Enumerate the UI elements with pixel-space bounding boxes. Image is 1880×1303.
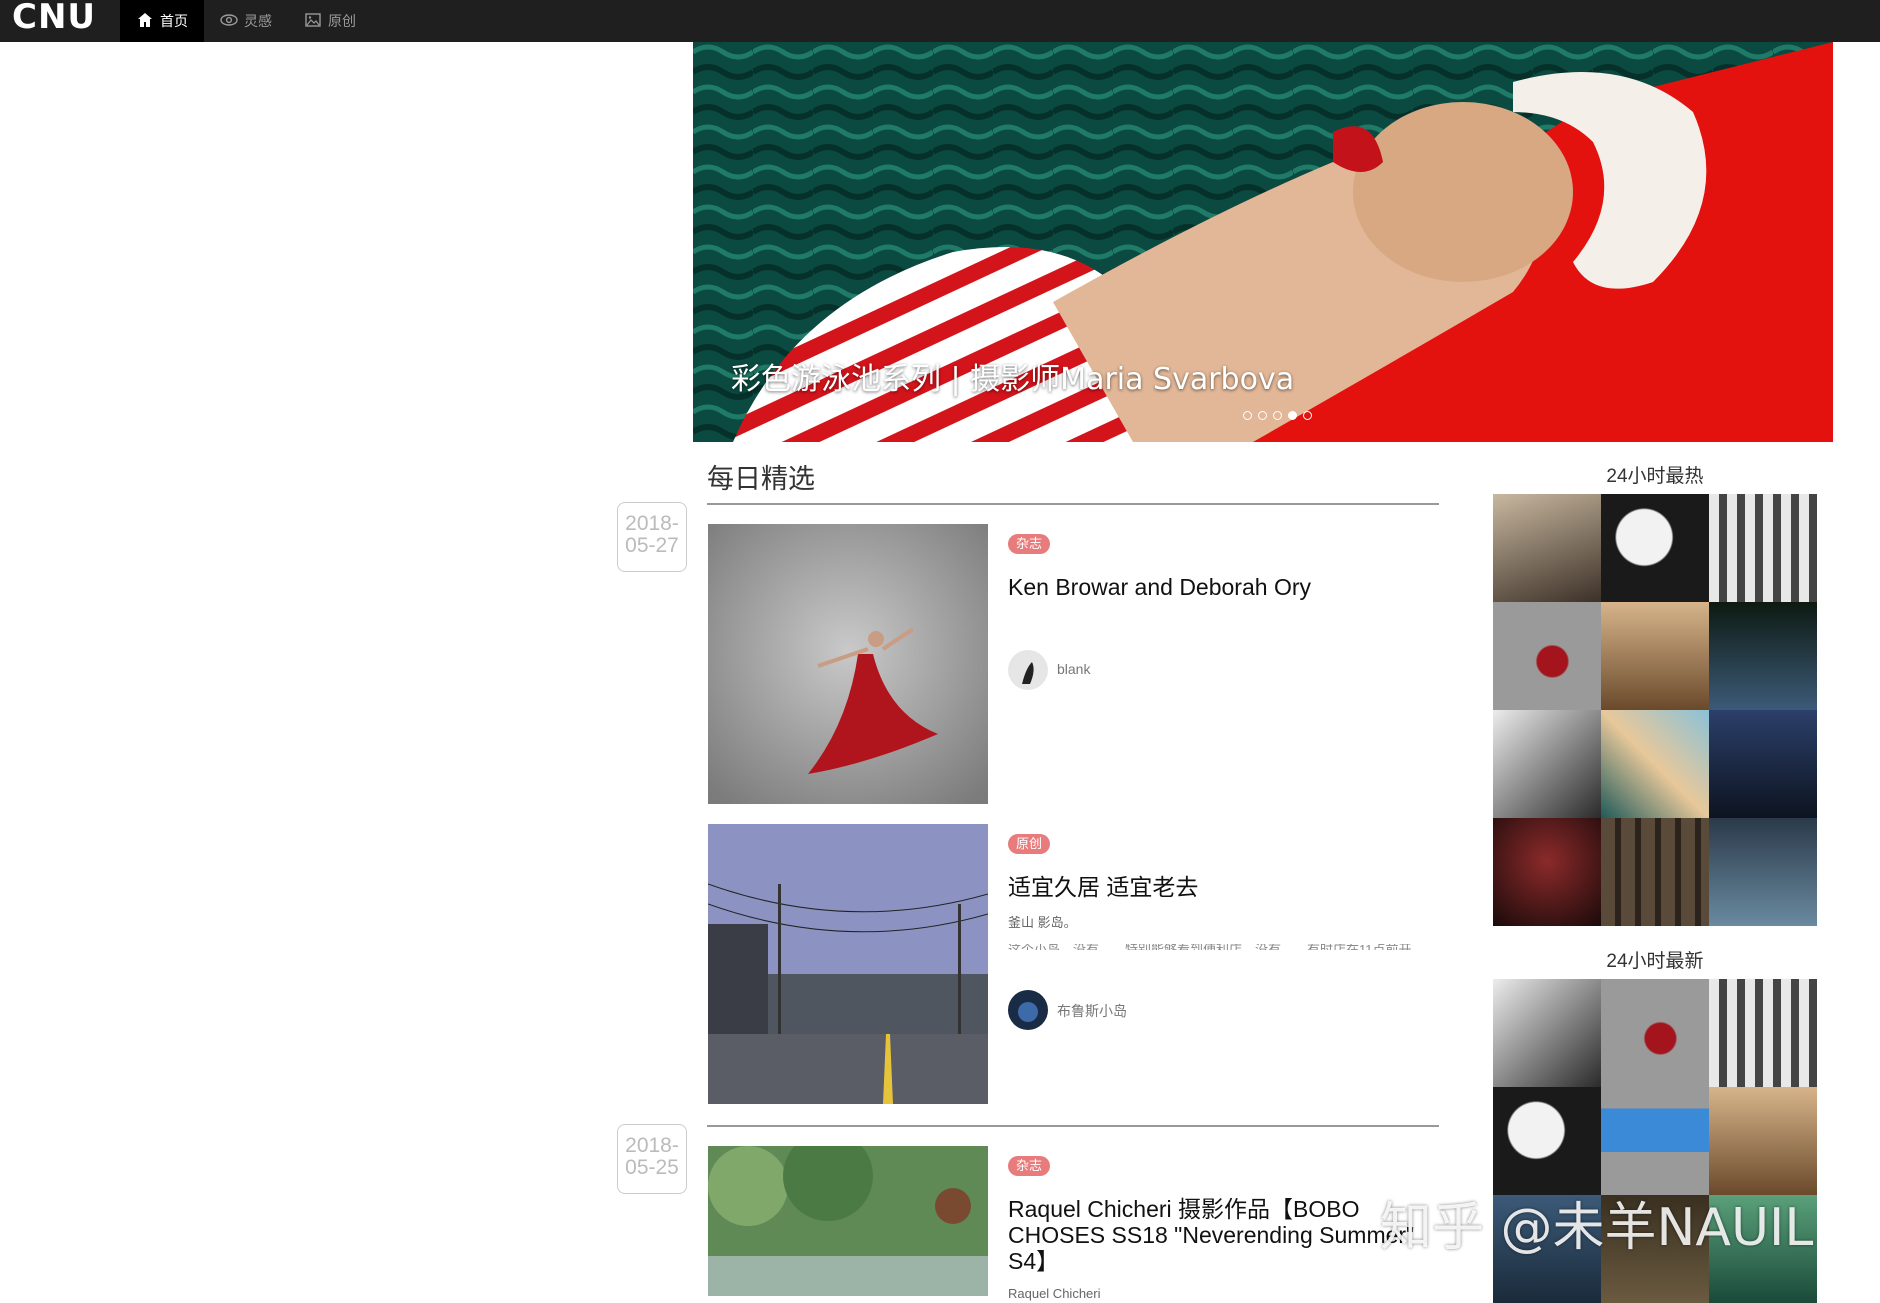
post-title[interactable]: 适宜久居 适宜老去	[1008, 874, 1428, 900]
date-badge: 2018- 05-27	[617, 502, 687, 572]
hero-carousel[interactable]: 彩色游泳池系列 | 摄影师Maria Svarbova	[693, 42, 1833, 442]
date-year: 2018-	[625, 512, 679, 535]
post-title[interactable]: Raquel Chicheri 摄影作品【BOBO CHOSES SS18 "N…	[1008, 1196, 1438, 1274]
thumbnail[interactable]	[1493, 979, 1601, 1087]
section-title-daily: 每日精选	[707, 464, 815, 495]
thumbnail[interactable]	[1709, 1087, 1817, 1195]
thumbnail[interactable]	[1493, 494, 1601, 602]
post-tag[interactable]: 原创	[1008, 834, 1051, 854]
thumbnail[interactable]	[1601, 494, 1709, 602]
post-thumbnail[interactable]	[708, 824, 988, 1104]
date-year: 2018-	[625, 1134, 679, 1157]
thumbnail[interactable]	[1493, 818, 1601, 926]
post-tag[interactable]: 杂志	[1008, 534, 1051, 554]
thumbnail[interactable]	[1601, 1087, 1709, 1195]
author-avatar[interactable]	[1008, 990, 1048, 1030]
thumbnail[interactable]	[1709, 979, 1817, 1087]
hot-grid	[1493, 494, 1817, 926]
date-day: 05-27	[625, 534, 679, 557]
group-divider	[707, 1125, 1439, 1127]
thumbnail[interactable]	[1601, 979, 1709, 1087]
carousel-dot[interactable]	[1303, 411, 1312, 420]
post-thumbnail[interactable]	[708, 1146, 988, 1296]
nav-original[interactable]: 原创	[288, 0, 372, 42]
carousel-dot[interactable]	[1273, 411, 1282, 420]
home-icon	[136, 11, 154, 32]
image-icon	[304, 11, 322, 32]
thumbnail[interactable]	[1493, 602, 1601, 710]
nav-home[interactable]: 首页	[120, 0, 204, 42]
section-divider	[707, 503, 1439, 505]
watermark: 知乎 @未羊NAUIL	[1380, 1198, 1814, 1258]
thumbnail[interactable]	[1709, 602, 1817, 710]
author-name[interactable]: Raquel Chicheri	[1008, 1286, 1101, 1301]
nav-inspiration[interactable]: 灵感	[204, 0, 288, 42]
thumbnail[interactable]	[1601, 818, 1709, 926]
thumbnail[interactable]	[1493, 710, 1601, 818]
sidebar-title-hot: 24小时最热	[1606, 466, 1704, 487]
post-title[interactable]: Ken Browar and Deborah Ory	[1008, 574, 1428, 600]
author-name[interactable]: blank	[1057, 661, 1090, 677]
nav-original-label: 原创	[328, 13, 356, 29]
nav-inspiration-label: 灵感	[244, 13, 272, 29]
post-subtitle: 釜山 影岛。	[1008, 915, 1077, 930]
nav-home-label: 首页	[160, 13, 188, 29]
post-thumbnail[interactable]	[708, 524, 988, 804]
site-logo[interactable]: CNU	[12, 0, 96, 42]
sidebar-title-new: 24小时最新	[1606, 951, 1704, 972]
banner-caption[interactable]: 彩色游泳池系列 | 摄影师Maria Svarbova	[731, 354, 1294, 398]
carousel-dot[interactable]	[1258, 411, 1267, 420]
thumbnail[interactable]	[1709, 494, 1817, 602]
post-tag[interactable]: 杂志	[1008, 1156, 1051, 1176]
post-excerpt: 这个小岛，没有……特别能够看到便利店，没有……有时店在11点前开	[1008, 944, 1418, 950]
carousel-dot[interactable]	[1243, 411, 1252, 420]
thumbnail[interactable]	[1493, 1087, 1601, 1195]
date-day: 05-25	[625, 1156, 679, 1179]
author-name[interactable]: 布鲁斯小岛	[1057, 1001, 1127, 1021]
author-avatar[interactable]	[1008, 650, 1048, 690]
thumbnail[interactable]	[1709, 710, 1817, 818]
date-badge: 2018- 05-25	[617, 1124, 687, 1194]
thumbnail[interactable]	[1601, 602, 1709, 710]
main-nav: 首页 灵感 原创	[120, 0, 372, 42]
carousel-dot-active[interactable]	[1288, 411, 1297, 420]
carousel-indicators	[1243, 411, 1312, 420]
thumbnail[interactable]	[1709, 818, 1817, 926]
thumbnail[interactable]	[1601, 710, 1709, 818]
eye-icon	[220, 11, 238, 32]
top-navbar: CNU 首页 灵感 原创	[0, 0, 1880, 42]
